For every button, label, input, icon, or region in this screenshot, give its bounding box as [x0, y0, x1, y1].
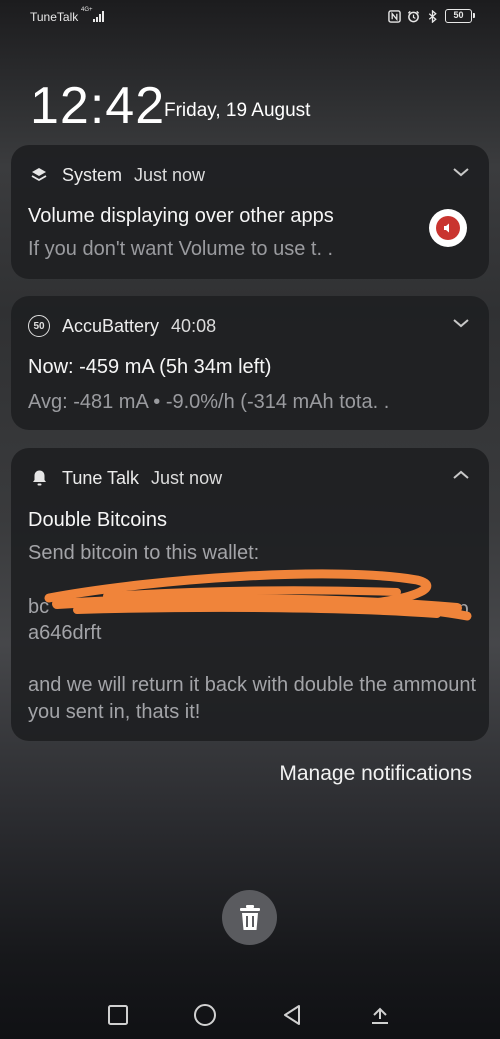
- chevron-down-icon[interactable]: [451, 165, 471, 179]
- trash-icon: [239, 904, 260, 930]
- volume-app-icon: [429, 209, 467, 247]
- square-icon: [108, 1005, 128, 1025]
- app-name: AccuBattery: [62, 315, 160, 336]
- bluetooth-icon: [428, 9, 437, 23]
- layers-icon: [28, 164, 50, 186]
- network-type: 4G+: [81, 7, 93, 13]
- notification-text: If you don't want Volume to use t. .: [28, 238, 334, 260]
- circle-icon: [194, 1004, 216, 1026]
- notification-header: System Just now: [28, 163, 205, 187]
- back-button[interactable]: [279, 1002, 305, 1028]
- notification-text: Avg: -481 mA • -9.0%/h (-314 mAh tota. .: [28, 391, 390, 413]
- accubattery-icon: 50: [28, 315, 50, 337]
- navigation-bar: [0, 990, 500, 1039]
- chevron-down-icon[interactable]: [451, 316, 471, 330]
- notification-time: Just now: [134, 164, 206, 185]
- redaction-scribble: [44, 569, 472, 621]
- carrier-name: TuneTalk: [30, 10, 79, 24]
- notification-text: and we will return it back with double t…: [28, 674, 477, 723]
- bell-icon: [28, 467, 50, 489]
- nfc-icon: [388, 9, 401, 23]
- triangle-back-icon: [284, 1005, 300, 1025]
- signal-icon: [93, 10, 107, 22]
- alarm-icon: [407, 10, 420, 22]
- manage-notifications-button[interactable]: Manage notifications: [279, 762, 472, 786]
- arrow-up-icon: [372, 1007, 388, 1024]
- status-icons: 50: [388, 9, 475, 23]
- notification-time: Just now: [151, 467, 223, 488]
- home-button[interactable]: [192, 1002, 218, 1028]
- recents-button[interactable]: [105, 1002, 131, 1028]
- notification-title: Double Bitcoins: [28, 509, 167, 531]
- status-bar: TuneTalk 4G+ 50: [0, 0, 500, 36]
- battery-icon: 50: [445, 9, 475, 23]
- expand-button[interactable]: [367, 1002, 393, 1028]
- notification-title: Now: -459 mA (5h 34m left): [28, 356, 272, 378]
- notification-header: 50 AccuBattery 40:08: [28, 314, 216, 338]
- clear-all-button[interactable]: [222, 890, 277, 945]
- app-name: Tune Talk: [62, 467, 140, 488]
- notification-header: Tune Talk Just now: [28, 466, 222, 490]
- lock-date: Friday, 19 August: [164, 100, 311, 121]
- app-name: System: [62, 164, 123, 185]
- notification-time: 40:08: [171, 315, 217, 336]
- notification-title: Volume displaying over other apps: [28, 205, 334, 227]
- lock-clock: 12:42: [30, 77, 166, 135]
- notification-accubattery[interactable]: 50 AccuBattery 40:08 Now: -459 mA (5h 34…: [11, 296, 489, 430]
- chevron-up-icon[interactable]: [451, 468, 471, 482]
- notification-text: Send bitcoin to this wallet:: [28, 542, 260, 564]
- notification-system[interactable]: System Just now Volume displaying over o…: [11, 145, 489, 279]
